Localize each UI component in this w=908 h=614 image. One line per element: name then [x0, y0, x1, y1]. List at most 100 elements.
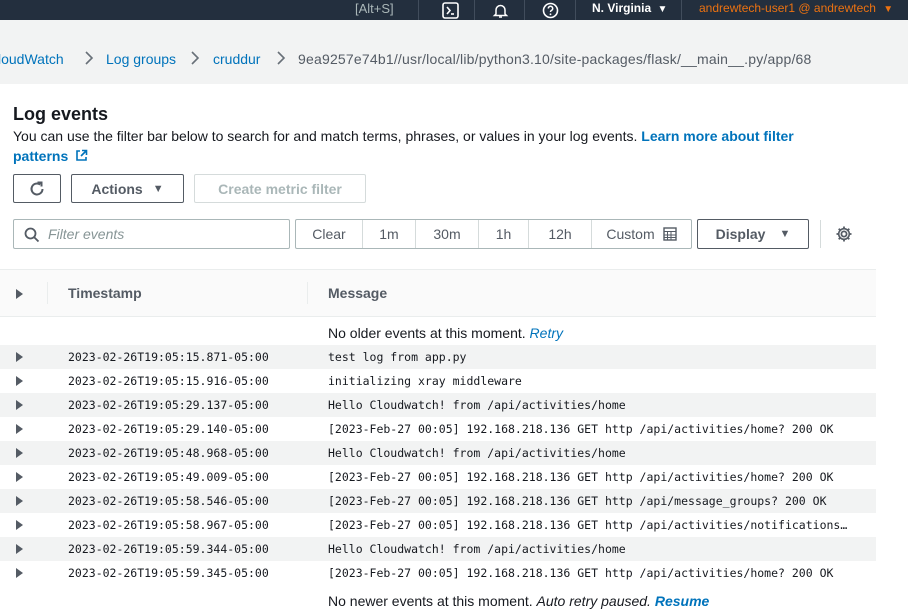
breadcrumb-cruddur[interactable]: cruddur	[213, 51, 260, 67]
nav-divider	[575, 0, 576, 20]
auto-retry-label: Auto retry paused.	[536, 593, 651, 609]
nav-divider	[418, 0, 419, 20]
time-custom-button[interactable]: Custom	[592, 220, 691, 248]
expand-row-icon[interactable]	[16, 424, 23, 434]
search-icon	[24, 227, 40, 248]
row-message: initializing xray middleware	[328, 374, 522, 388]
caret-down-icon: ▼	[152, 182, 164, 195]
top-nav: [Alt+S] N. Virginia ▼ andrewtech-user1 @…	[0, 0, 908, 20]
row-message: [2023-Feb-27 00:05] 192.168.218.136 GET …	[328, 422, 834, 436]
table-row[interactable]: 2023-02-26T19:05:58.546-05:00 [2023-Feb-2…	[0, 489, 876, 513]
filter-events-input[interactable]	[48, 226, 278, 242]
caret-down-icon: ▼	[883, 4, 894, 15]
expand-row-icon[interactable]	[16, 400, 23, 410]
actions-label: Actions	[91, 180, 143, 197]
panel-description: You can use the filter bar below to sear…	[13, 126, 833, 166]
table-row[interactable]: 2023-02-26T19:05:48.968-05:00 Hello Cloud…	[0, 441, 876, 465]
refresh-icon	[30, 181, 44, 195]
chevron-right-icon	[276, 50, 286, 69]
description-text: You can use the filter bar below to sear…	[13, 128, 638, 144]
page-title: Log events	[13, 104, 109, 124]
no-older-events-text: No older events at this moment. Retry	[328, 325, 563, 341]
caret-down-icon: ▼	[657, 4, 668, 15]
external-link-icon	[76, 149, 88, 161]
search-shortcut-hint: [Alt+S]	[355, 1, 394, 16]
table-row[interactable]: 2023-02-26T19:05:15.871-05:00 test log fr…	[0, 345, 876, 369]
chevron-right-icon	[190, 50, 200, 69]
row-timestamp: 2023-02-26T19:05:49.009-05:00	[68, 470, 269, 484]
account-menu[interactable]: andrewtech-user1 @ andrewtech ▼	[699, 0, 893, 20]
row-timestamp: 2023-02-26T19:05:29.137-05:00	[68, 398, 269, 412]
row-timestamp: 2023-02-26T19:05:48.968-05:00	[68, 446, 269, 460]
retry-link[interactable]: Retry	[530, 325, 563, 341]
account-label: andrewtech-user1 @ andrewtech	[699, 1, 876, 15]
calendar-icon	[662, 227, 677, 241]
chevron-right-icon	[84, 50, 94, 69]
actions-button[interactable]: Actions ▼	[71, 174, 184, 203]
display-label: Display	[715, 226, 766, 242]
column-divider	[307, 282, 308, 304]
help-icon[interactable]	[538, 0, 562, 20]
expand-row-icon[interactable]	[16, 520, 23, 530]
expand-row-icon[interactable]	[16, 544, 23, 554]
row-message: Hello Cloudwatch! from /api/activities/h…	[328, 398, 626, 412]
resume-link[interactable]: Resume	[655, 593, 709, 609]
no-newer-events-row: No newer events at this moment. Auto ret…	[0, 589, 876, 613]
table-row[interactable]: 2023-02-26T19:05:59.345-05:00 [2023-Feb-2…	[0, 561, 876, 585]
no-older-label: No older events at this moment.	[328, 325, 526, 341]
row-timestamp: 2023-02-26T19:05:59.344-05:00	[68, 542, 269, 556]
table-row[interactable]: 2023-02-26T19:05:29.137-05:00 Hello Cloud…	[0, 393, 876, 417]
time-12h-button[interactable]: 12h	[529, 220, 592, 248]
row-timestamp: 2023-02-26T19:05:58.967-05:00	[68, 518, 269, 532]
row-timestamp: 2023-02-26T19:05:29.140-05:00	[68, 422, 269, 436]
row-message: test log from app.py	[328, 350, 467, 364]
breadcrumb: loudWatch Log groups cruddur 9ea9257e74b…	[0, 46, 908, 72]
create-metric-filter-button[interactable]: Create metric filter	[194, 174, 366, 203]
nav-divider	[681, 0, 682, 20]
column-timestamp[interactable]: Timestamp	[68, 285, 142, 301]
table-row[interactable]: 2023-02-26T19:05:59.344-05:00 Hello Cloud…	[0, 537, 876, 561]
cloudshell-icon[interactable]	[438, 0, 462, 20]
time-clear-button[interactable]: Clear	[296, 220, 363, 248]
breadcrumb-log-groups[interactable]: Log groups	[106, 51, 176, 67]
table-row[interactable]: 2023-02-26T19:05:29.140-05:00 [2023-Feb-2…	[0, 417, 876, 441]
table-header: Timestamp Message	[0, 269, 876, 317]
filter-events-box	[13, 219, 290, 249]
expand-row-icon[interactable]	[16, 376, 23, 386]
expand-row-icon[interactable]	[16, 448, 23, 458]
row-timestamp: 2023-02-26T19:05:59.345-05:00	[68, 566, 269, 580]
settings-gear-icon[interactable]	[835, 225, 853, 243]
column-divider	[47, 282, 48, 304]
bell-icon[interactable]	[488, 0, 512, 20]
refresh-button[interactable]	[13, 174, 61, 203]
caret-down-icon: ▼	[779, 228, 791, 240]
expand-row-icon[interactable]	[16, 496, 23, 506]
nav-divider	[524, 0, 525, 20]
table-row[interactable]: 2023-02-26T19:05:15.916-05:00 initializin…	[0, 369, 876, 393]
page-gutter	[876, 84, 908, 614]
column-message[interactable]: Message	[328, 285, 387, 301]
table-row[interactable]: 2023-02-26T19:05:49.009-05:00 [2023-Feb-2…	[0, 465, 876, 489]
breadcrumb-cloudwatch[interactable]: loudWatch	[0, 51, 64, 67]
expand-row-icon[interactable]	[16, 352, 23, 362]
row-timestamp: 2023-02-26T19:05:58.546-05:00	[68, 494, 269, 508]
table-row[interactable]: 2023-02-26T19:05:58.967-05:00 [2023-Feb-2…	[0, 513, 876, 537]
row-timestamp: 2023-02-26T19:05:15.871-05:00	[68, 350, 269, 364]
region-selector[interactable]: N. Virginia ▼	[592, 0, 667, 20]
nav-divider	[474, 0, 475, 20]
expand-all-icon[interactable]	[16, 289, 23, 299]
time-1h-button[interactable]: 1h	[479, 220, 529, 248]
row-message: [2023-Feb-27 00:05] 192.168.218.136 GET …	[328, 566, 834, 580]
row-message: Hello Cloudwatch! from /api/activities/h…	[328, 542, 626, 556]
row-timestamp: 2023-02-26T19:05:15.916-05:00	[68, 374, 269, 388]
time-range-selector: Clear 1m 30m 1h 12h Custom	[295, 219, 692, 249]
expand-row-icon[interactable]	[16, 472, 23, 482]
display-button[interactable]: Display ▼	[697, 219, 809, 249]
breadcrumb-current: 9ea9257e74b1//usr/local/lib/python3.10/s…	[298, 51, 812, 67]
time-30m-button[interactable]: 30m	[416, 220, 479, 248]
time-1m-button[interactable]: 1m	[363, 220, 416, 248]
custom-label: Custom	[606, 226, 655, 242]
no-older-events-row: No older events at this moment. Retry	[0, 321, 876, 345]
region-label: N. Virginia	[592, 1, 652, 15]
expand-row-icon[interactable]	[16, 568, 23, 578]
